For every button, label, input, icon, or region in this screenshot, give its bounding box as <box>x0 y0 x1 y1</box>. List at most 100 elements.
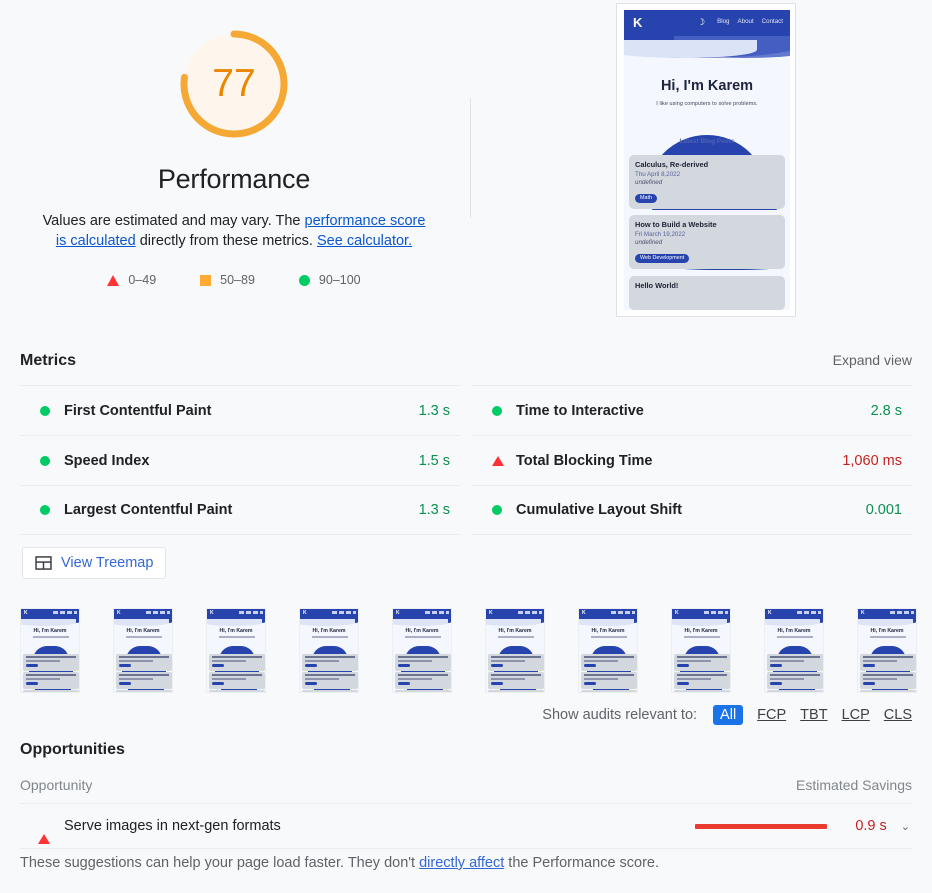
view-treemap-label: View Treemap <box>61 555 153 571</box>
post-card-3: Hello World! <box>629 276 785 310</box>
thumb-heading: Hi, I'm Karem <box>579 628 637 634</box>
filmstrip-thumbnail[interactable]: KHi, I'm Karem <box>764 608 824 693</box>
thumb-nav-links <box>146 611 170 614</box>
filmstrip-thumbnail[interactable]: KHi, I'm Karem <box>485 608 545 693</box>
performance-gauge[interactable]: 77 <box>172 22 296 146</box>
thumb-card-3 <box>209 690 265 693</box>
final-screenshot-content: K ☽ Blog About Contact Hi, I'm Karem I l… <box>624 10 790 310</box>
post-desc-2: undefined <box>635 239 779 246</box>
metrics-column-right: Time to Interactive 2.8 s Total Blocking… <box>472 385 912 535</box>
thumb-card-1 <box>302 654 358 671</box>
performance-gauge-block: 77 Performance Values are estimated and … <box>0 0 468 287</box>
opportunity-savings-value: 0.9 s <box>841 818 887 834</box>
opportunities-table-header: Opportunity Estimated Savings <box>20 777 912 793</box>
circle-green-icon <box>40 406 64 416</box>
thumb-card-2 <box>674 672 730 689</box>
metric-row[interactable]: Cumulative Layout Shift 0.001 <box>472 485 912 535</box>
thumb-card-3 <box>581 690 637 693</box>
metric-label: Speed Index <box>64 453 419 469</box>
thumb-card-3 <box>488 690 544 693</box>
filmstrip-thumbnail[interactable]: KHi, I'm Karem <box>20 608 80 693</box>
metric-row[interactable]: Speed Index 1.5 s <box>20 435 460 485</box>
thumb-card-2 <box>209 672 265 689</box>
filmstrip-thumbnail[interactable]: KHi, I'm Karem <box>299 608 359 693</box>
thumb-nav-links <box>518 611 542 614</box>
thumb-heading: Hi, I'm Karem <box>765 628 823 634</box>
filmstrip-thumbnail[interactable]: KHi, I'm Karem <box>578 608 638 693</box>
filmstrip-thumbnail[interactable]: KHi, I'm Karem <box>857 608 917 693</box>
thumb-card-2 <box>488 672 544 689</box>
post-tag-2: Web Development <box>635 254 689 263</box>
thumb-heading: Hi, I'm Karem <box>393 628 451 634</box>
post-desc-1: undefined <box>635 179 779 186</box>
thumb-subheading <box>684 636 720 638</box>
audit-filter-all[interactable]: All <box>713 705 743 725</box>
metrics-grid: First Contentful Paint 1.3 s Speed Index… <box>20 385 912 535</box>
thumb-subheading <box>870 636 906 638</box>
post-title-1: Calculus, Re-derived <box>635 160 779 169</box>
thumb-wave-2 <box>113 619 169 626</box>
metric-row[interactable]: Largest Contentful Paint 1.3 s <box>20 485 460 535</box>
vertical-divider <box>470 98 471 218</box>
thumb-subheading <box>126 636 162 638</box>
table-row[interactable]: Serve images in next-gen formats 0.9 s ⌄ <box>20 803 912 849</box>
thumb-nav-links <box>797 611 821 614</box>
thumb-card-2 <box>302 672 358 689</box>
thumb-wave-2 <box>578 619 634 626</box>
metrics-header: Metrics Expand view <box>20 352 912 370</box>
audit-filter-lcp[interactable]: LCP <box>842 707 870 723</box>
metric-label: First Contentful Paint <box>64 403 419 419</box>
thumb-card-3 <box>767 690 823 693</box>
metric-row[interactable]: Time to Interactive 2.8 s <box>472 385 912 435</box>
metric-label: Total Blocking Time <box>516 453 842 469</box>
metric-row[interactable]: Total Blocking Time 1,060 ms <box>472 435 912 485</box>
expand-view-button[interactable]: Expand view <box>833 352 912 368</box>
thumb-subheading <box>777 636 813 638</box>
filmstrip-thumbnail[interactable]: KHi, I'm Karem <box>392 608 452 693</box>
directly-affect-link[interactable]: directly affect <box>419 855 504 871</box>
metric-label: Time to Interactive <box>516 403 871 419</box>
audit-filter-tbt[interactable]: TBT <box>800 707 827 723</box>
metric-row[interactable]: First Contentful Paint 1.3 s <box>20 385 460 435</box>
thumb-nav-links <box>704 611 728 614</box>
final-screenshot[interactable]: K ☽ Blog About Contact Hi, I'm Karem I l… <box>616 3 796 317</box>
gauge-description: Values are estimated and may vary. The p… <box>39 211 429 251</box>
filmstrip-thumbnail[interactable]: KHi, I'm Karem <box>113 608 173 693</box>
circle-green-icon <box>40 505 64 515</box>
opportunity-savings-bar <box>695 824 827 829</box>
view-treemap-button[interactable]: View Treemap <box>22 547 166 579</box>
metrics-column-left: First Contentful Paint 1.3 s Speed Index… <box>20 385 460 535</box>
metrics-section-title: Metrics <box>20 352 76 370</box>
thumb-heading: Hi, I'm Karem <box>858 628 916 634</box>
circle-green-icon <box>492 406 516 416</box>
thumb-card-1 <box>23 654 79 671</box>
filmstrip-thumbnail[interactable]: KHi, I'm Karem <box>671 608 731 693</box>
thumb-subheading <box>33 636 69 638</box>
audit-filter-cls[interactable]: CLS <box>884 707 912 723</box>
site-nav-link-about: About <box>738 18 754 25</box>
score-legend: 0–49 50–89 90–100 <box>107 273 360 287</box>
thumb-wave-2 <box>764 619 820 626</box>
thumb-card-1 <box>116 654 172 671</box>
thumb-card-3 <box>23 690 79 693</box>
triangle-red-icon <box>492 456 516 466</box>
filmstrip-thumbnail[interactable]: KHi, I'm Karem <box>206 608 266 693</box>
thumb-nav-links <box>425 611 449 614</box>
metric-value: 1.5 s <box>419 453 450 469</box>
thumb-nav-links <box>611 611 635 614</box>
chevron-down-icon[interactable]: ⌄ <box>901 820 910 833</box>
opportunity-label: Serve images in next-gen formats <box>64 818 687 834</box>
thumb-card-1 <box>767 654 823 671</box>
post-date-1: Thu April 8,2022 <box>635 171 779 178</box>
latest-posts-label: Latest Blog Posts <box>624 138 790 145</box>
square-orange-icon <box>200 275 211 286</box>
thumb-wave-2 <box>485 619 541 626</box>
see-calculator-link[interactable]: See calculator. <box>317 233 412 249</box>
audit-filter-fcp[interactable]: FCP <box>757 707 786 723</box>
site-nav-link-blog: Blog <box>717 18 729 25</box>
legend-item-pass: 90–100 <box>299 273 361 287</box>
thumb-card-1 <box>860 654 916 671</box>
lighthouse-performance-report: 77 Performance Values are estimated and … <box>0 0 932 893</box>
thumb-subheading <box>219 636 255 638</box>
thumb-card-2 <box>581 672 637 689</box>
